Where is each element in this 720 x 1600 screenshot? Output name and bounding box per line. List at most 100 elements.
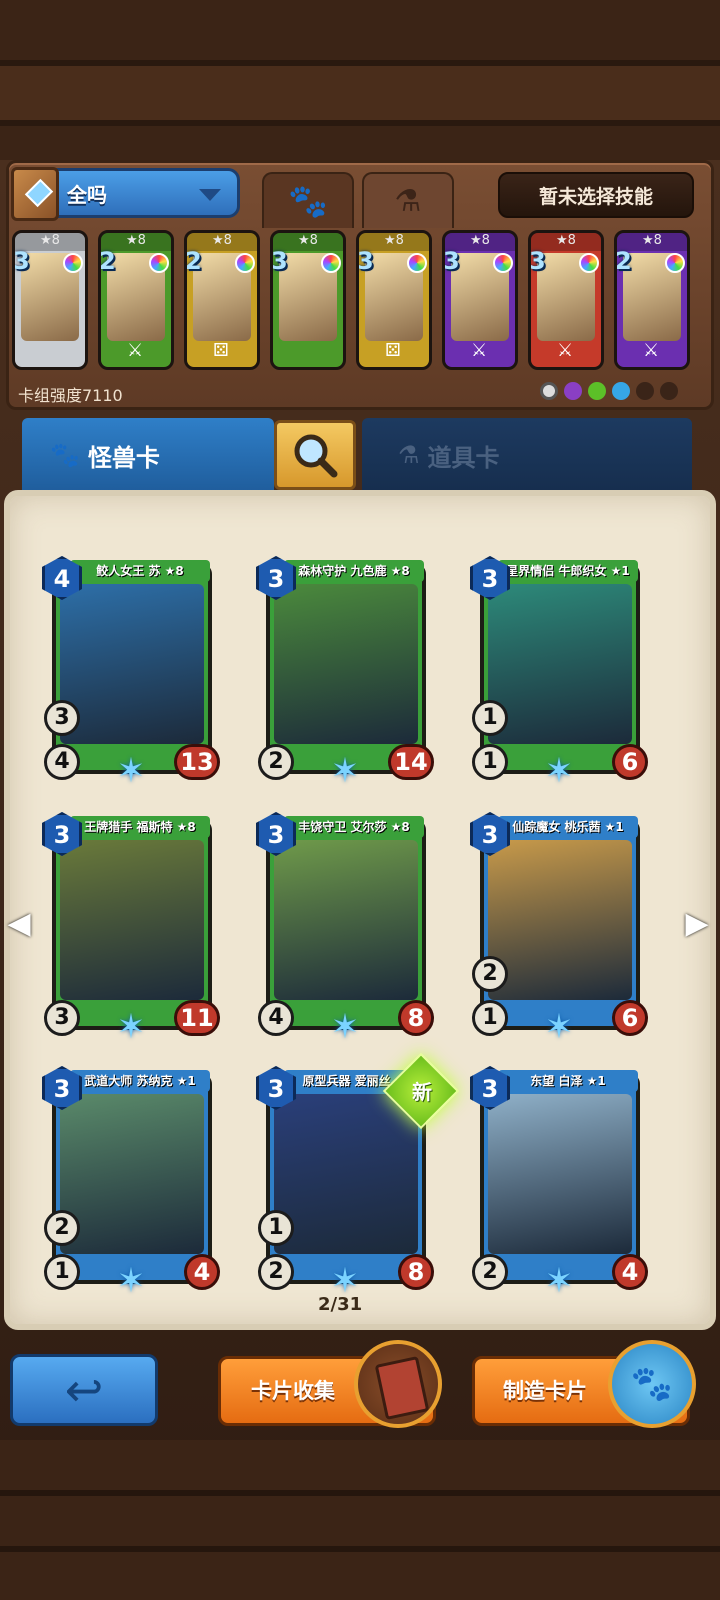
blue-star-gem-icon: ✶	[116, 751, 146, 791]
rainbow-gem-icon	[321, 253, 341, 273]
monster-card[interactable]: 星界情侣 牛郎织女 ★1 3 1 1 6 ✶	[470, 556, 648, 791]
tab-monster-label: 怪兽卡	[87, 443, 160, 472]
card-health: 8	[398, 1000, 434, 1036]
card-health: 11	[174, 1000, 220, 1036]
blue-star-gem-icon: ✶	[116, 1261, 146, 1301]
card-attack: 2	[258, 1254, 294, 1290]
rainbow-gem-icon	[63, 253, 83, 273]
next-page-arrow-icon[interactable]: ▶	[684, 904, 710, 944]
blue-star-gem-icon: ✶	[544, 751, 574, 791]
card-attack: 4	[258, 1000, 294, 1036]
tab-item-skills[interactable]: ⚗	[362, 172, 454, 228]
monster-card[interactable]: 王牌猎手 福斯特 ★8 3 3 11 ✶	[42, 812, 220, 1047]
search-button[interactable]	[274, 420, 356, 490]
deck-card[interactable]: ★8 2 ⚄	[184, 230, 260, 370]
deck-name: 全吗	[67, 182, 107, 207]
back-button[interactable]: ↩	[10, 1354, 158, 1426]
card-ability-value: 3	[44, 700, 80, 736]
deck-card[interactable]: ★8 3 ⚄	[356, 230, 432, 370]
card-art	[488, 1094, 632, 1254]
card-name: 鲛人女王 苏 ★8	[70, 560, 210, 582]
deck-card[interactable]: ★8 2 ⚔	[98, 230, 174, 370]
card-health: 6	[612, 1000, 648, 1036]
water-element-icon	[612, 382, 630, 400]
back-arrow-icon: ↩	[64, 1363, 104, 1417]
deck-card-cost: 2	[615, 247, 632, 275]
card-health: 8	[398, 1254, 434, 1290]
card-name: 森林守护 九色鹿 ★8	[284, 560, 424, 582]
dropdown-caret-icon	[199, 189, 221, 201]
card-attack: 1	[472, 1000, 508, 1036]
card-ability-value: 2	[472, 956, 508, 992]
search-icon	[294, 434, 338, 478]
paw-icon: 🐾	[288, 182, 328, 220]
card-health: 13	[174, 744, 220, 780]
deck-card-type-icon: ⚄	[213, 340, 229, 361]
card-health: 4	[612, 1254, 648, 1290]
potion-icon: ⚗	[398, 441, 420, 469]
tab-item-label: 道具卡	[427, 443, 500, 472]
monster-card[interactable]: 仙踪魔女 桃乐茜 ★1 3 2 1 6 ✶	[470, 812, 648, 1046]
deck-card-cost: 3	[271, 247, 288, 275]
tab-monster-cards[interactable]: 🐾 怪兽卡	[22, 418, 274, 492]
card-attack: 1	[44, 1254, 80, 1290]
card-art	[274, 584, 418, 744]
card-ability-value: 1	[258, 1210, 294, 1246]
rainbow-gem-icon	[493, 253, 513, 273]
neutral-element-icon	[540, 382, 558, 400]
deck-card-cost: 2	[99, 247, 116, 275]
card-attack: 2	[258, 744, 294, 780]
card-name: 王牌猎手 福斯特 ★8	[70, 816, 210, 838]
card-art	[488, 840, 632, 1000]
tab-monster-skills[interactable]: 🐾	[262, 172, 354, 228]
deck-card-cost: 3	[13, 247, 30, 275]
category-bar: 🐾 怪兽卡 ⚗ 道具卡	[12, 416, 708, 492]
card-attack: 4	[44, 744, 80, 780]
deck-card-type-icon: ⚔	[643, 340, 660, 361]
rainbow-gem-icon	[235, 253, 255, 273]
skill-select-label: 暂未选择技能	[538, 185, 653, 208]
deck-card-cost: 3	[357, 247, 374, 275]
new-badge-label: 新	[412, 1080, 432, 1104]
card-ability-value: 2	[44, 1210, 80, 1246]
rainbow-gem-icon	[579, 253, 599, 273]
blue-star-gem-icon: ✶	[116, 1007, 146, 1047]
deck-card-type-icon: ⚔	[557, 340, 574, 361]
deck-card-cost: 3	[529, 247, 546, 275]
monster-card[interactable]: 鲛人女王 苏 ★8 4 3 4 13 ✶	[42, 556, 220, 791]
prev-page-arrow-icon[interactable]: ◀	[6, 904, 32, 944]
deck-card-row: ★8 3 ★8 2 ⚔ ★8 2 ⚄ ★8 3 ★8 3 ⚄ ★8 3 ⚔ ★8 3 ⚔ ★8 2 ⚔	[12, 230, 708, 376]
deck-card-type-icon: ⚔	[127, 340, 144, 361]
deck-card[interactable]: ★8 2 ⚔	[614, 230, 690, 370]
paw-icon: 🐾	[50, 441, 80, 469]
deck-card[interactable]: ★8 3	[12, 230, 88, 370]
blue-star-gem-icon: ✶	[544, 1261, 574, 1301]
shadow-element-icon	[564, 382, 582, 400]
craft-potion-icon[interactable]: 🐾	[608, 1340, 696, 1428]
tab-item-cards[interactable]: ⚗ 道具卡	[362, 418, 692, 492]
card-name: 星界情侣 牛郎织女 ★1	[498, 560, 638, 582]
card-collection-label: 卡片收集	[251, 1379, 335, 1403]
card-name: 武道大师 苏纳克 ★1	[70, 1070, 210, 1092]
monster-card[interactable]: 东望 白泽 ★1 3 2 4 ✶	[470, 1066, 648, 1301]
monster-card[interactable]: 森林守护 九色鹿 ★8 3 2 14 ✶	[256, 556, 434, 790]
skill-select-button[interactable]: 暂未选择技能	[498, 172, 694, 218]
rainbow-gem-icon	[665, 253, 685, 273]
locked-element-icon	[636, 382, 654, 400]
monster-card[interactable]: 武道大师 苏纳克 ★1 3 2 1 4 ✶	[42, 1066, 220, 1301]
deck-book-icon	[11, 167, 59, 221]
deck-card[interactable]: ★8 3	[270, 230, 346, 370]
monster-card[interactable]: 丰饶守卫 艾尔莎 ★8 3 4 8 ✶	[256, 812, 434, 1047]
wood-background-top	[0, 0, 720, 160]
card-name: 仙踪魔女 桃乐茜 ★1	[498, 816, 638, 838]
deck-card[interactable]: ★8 3 ⚔	[442, 230, 518, 370]
deck-selector[interactable]: 全吗	[11, 167, 240, 221]
card-art	[60, 840, 204, 1000]
blue-star-gem-icon: ✶	[330, 1007, 360, 1047]
card-art	[60, 584, 204, 744]
card-collection-icon[interactable]	[354, 1340, 442, 1428]
deck-card[interactable]: ★8 3 ⚔	[528, 230, 604, 370]
rainbow-gem-icon	[149, 253, 169, 273]
deck-card-cost: 2	[185, 247, 202, 275]
card-health: 14	[388, 744, 434, 780]
